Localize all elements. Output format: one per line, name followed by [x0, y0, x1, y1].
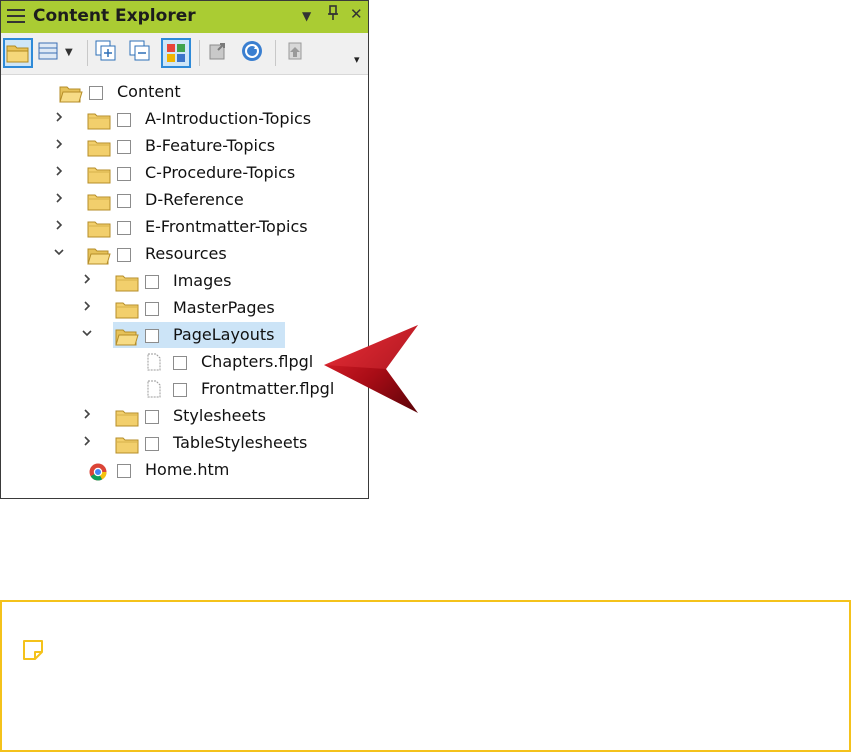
tree-item-checkbox[interactable] [117, 167, 131, 181]
tree-item-checkbox[interactable] [117, 221, 131, 235]
tree-item-checkbox[interactable] [145, 329, 159, 343]
tree-item[interactable]: A-Introduction-Topics [85, 106, 345, 132]
tree-item-label: Content [117, 82, 181, 101]
export-button[interactable] [205, 38, 235, 68]
tree-item[interactable]: E-Frontmatter-Topics [85, 214, 345, 240]
folder-icon [87, 220, 111, 238]
view-layout-icon [38, 42, 58, 60]
tree-item-label: C-Procedure-Topics [145, 163, 296, 182]
tree-item-checkbox[interactable] [117, 464, 131, 478]
tree-item-checkbox[interactable] [145, 302, 159, 316]
chevron-right-icon[interactable] [53, 219, 65, 235]
refresh-icon [242, 41, 262, 61]
tree-item-label: E-Frontmatter-Topics [145, 217, 308, 236]
tree-item-label: TableStylesheets [173, 433, 308, 452]
open-folder-icon [59, 85, 83, 103]
folder-icon [87, 139, 111, 157]
tree-item[interactable]: PageLayouts [113, 322, 285, 348]
tree-item[interactable]: B-Feature-Topics [85, 133, 345, 159]
file-icon [147, 380, 161, 398]
export-icon [209, 43, 225, 60]
tree-item-label: Home.htm [145, 460, 230, 479]
tree-item-checkbox[interactable] [145, 437, 159, 451]
tree-item-label: Frontmatter.flpgl [201, 379, 335, 398]
chevron-right-icon[interactable] [53, 138, 65, 154]
chevron-right-icon[interactable] [53, 165, 65, 181]
open-folder-icon [6, 45, 29, 63]
chevron-right-icon[interactable] [81, 408, 93, 424]
panel-title: Content Explorer [33, 6, 196, 26]
chevron-right-icon[interactable] [81, 300, 93, 316]
tree-item-checkbox[interactable] [117, 113, 131, 127]
folder-icon [87, 112, 111, 130]
view-layout-button[interactable] [37, 38, 63, 68]
tree-item[interactable]: C-Procedure-Topics [85, 160, 345, 186]
toolbar-overflow-icon[interactable]: ▾ [354, 53, 360, 66]
tree-item-label: A-Introduction-Topics [145, 109, 312, 128]
tree-item[interactable]: Content [57, 79, 317, 105]
panel-titlebar: Content Explorer ▼ ✕ [1, 1, 368, 33]
panel-dropdown-icon[interactable]: ▼ [302, 9, 311, 23]
panel-toolbar: ▼ ▾ [1, 33, 368, 75]
tree-item-checkbox[interactable] [117, 194, 131, 208]
tree-item[interactable]: TableStylesheets [113, 430, 373, 456]
tree-item-checkbox[interactable] [117, 140, 131, 154]
tree-item-label: D-Reference [145, 190, 244, 209]
expand-all-icon [95, 40, 116, 61]
tree-item[interactable]: MasterPages [113, 295, 373, 321]
tree-item-checkbox[interactable] [117, 248, 131, 262]
tree-item-checkbox[interactable] [89, 86, 103, 100]
chevron-right-icon[interactable] [81, 435, 93, 451]
show-files-icon [167, 44, 185, 62]
note-box [0, 600, 851, 752]
tree-item[interactable]: Home.htm [85, 457, 345, 483]
folder-icon [115, 301, 139, 319]
open-folder-icon [87, 247, 111, 265]
folder-icon [115, 436, 139, 454]
close-icon[interactable]: ✕ [350, 5, 363, 23]
folder-icon [87, 166, 111, 184]
chevron-right-icon[interactable] [53, 192, 65, 208]
tree-item-checkbox[interactable] [145, 275, 159, 289]
tree-item-label: Stylesheets [173, 406, 266, 425]
open-folder-button[interactable] [3, 38, 33, 68]
content-explorer-panel: Content Explorer ▼ ✕ ▼ ▾ Content A-Intro… [0, 0, 369, 499]
red-arrow-icon [324, 325, 418, 413]
chevron-down-icon[interactable] [53, 246, 65, 262]
folder-icon [87, 193, 111, 211]
show-files-button[interactable] [161, 38, 191, 68]
tree-item-label: Images [173, 271, 232, 290]
view-dropdown-icon[interactable]: ▼ [65, 47, 79, 77]
collapse-all-button[interactable] [127, 38, 157, 68]
tree-item[interactable]: Images [113, 268, 373, 294]
tree-item-checkbox[interactable] [145, 410, 159, 424]
tree-item[interactable]: Resources [85, 241, 345, 267]
chevron-down-icon[interactable] [81, 327, 93, 343]
tree-item-label: Resources [145, 244, 227, 263]
hamburger-menu-icon[interactable] [7, 9, 25, 24]
open-folder-icon [115, 328, 139, 346]
tree-item[interactable]: D-Reference [85, 187, 345, 213]
tree-item-checkbox[interactable] [173, 383, 187, 397]
folder-icon [115, 274, 139, 292]
tree-item-label: MasterPages [173, 298, 275, 317]
tree-item-label: PageLayouts [173, 325, 275, 344]
tree-item-label: Chapters.flpgl [201, 352, 314, 371]
chrome-icon [89, 463, 107, 481]
folder-icon [115, 409, 139, 427]
pin-icon[interactable] [327, 5, 339, 25]
file-icon [147, 353, 161, 371]
tree-item-checkbox[interactable] [173, 356, 187, 370]
tree-item-label: B-Feature-Topics [145, 136, 276, 155]
collapse-all-icon [129, 40, 150, 61]
expand-all-button[interactable] [93, 38, 123, 68]
chevron-right-icon[interactable] [53, 111, 65, 127]
chevron-right-icon[interactable] [81, 273, 93, 289]
refresh-button[interactable] [239, 38, 269, 68]
note-icon [23, 640, 43, 660]
upload-button[interactable] [283, 38, 313, 68]
upload-icon [288, 42, 302, 60]
